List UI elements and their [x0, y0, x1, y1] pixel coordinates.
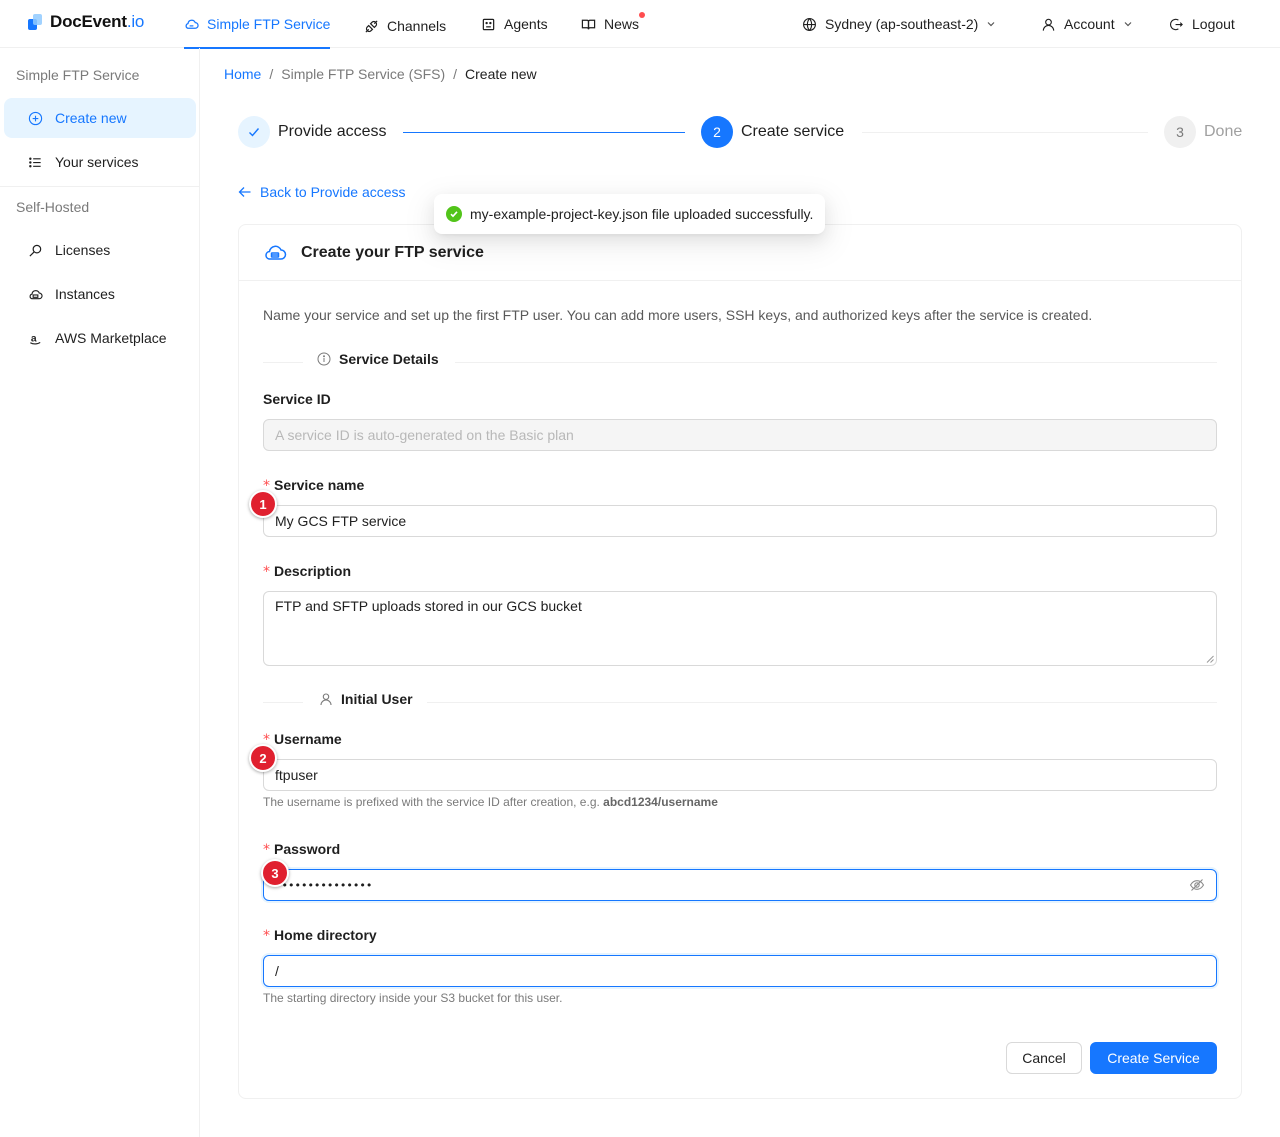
service-id-label: Service ID — [263, 391, 331, 407]
password-label: * Password — [263, 841, 341, 858]
top-navigation: DocEvent.io Simple FTP Service Channels … — [0, 0, 1280, 50]
service-name-label: * Service name — [263, 477, 365, 494]
cloud-server-icon — [265, 245, 287, 260]
logout-button[interactable]: Logout — [1169, 0, 1235, 48]
service-id-input: A service ID is auto-generated on the Ba… — [263, 419, 1217, 451]
sidebar: Simple FTP Service Create new Your servi… — [0, 48, 200, 1137]
chevron-down-icon — [1124, 22, 1132, 27]
breadcrumb: Home / Simple FTP Service (SFS) / Create… — [224, 66, 537, 82]
globe-icon — [803, 17, 816, 31]
sidebar-item-aws-marketplace[interactable]: a AWS Marketplace — [4, 318, 196, 358]
user-icon — [1042, 18, 1055, 31]
account-menu[interactable]: Account — [1041, 0, 1133, 48]
nav-simple-ftp-service[interactable]: Simple FTP Service — [184, 0, 331, 49]
step-connector-done — [403, 132, 685, 133]
step-3-number: 3 — [1164, 116, 1196, 148]
breadcrumb-section[interactable]: Simple FTP Service (SFS) — [281, 66, 445, 82]
home-directory-input[interactable]: / — [263, 955, 1217, 987]
annotation-marker-2: 2 — [249, 744, 277, 772]
username-help-text: The username is prefixed with the servic… — [263, 795, 718, 809]
service-name-input[interactable]: My GCS FTP service — [263, 505, 1217, 537]
toast-message: my-example-project-key.json file uploade… — [470, 206, 814, 222]
chevron-down-icon — [987, 22, 995, 27]
username-label: * Username — [263, 731, 342, 748]
key-icon — [29, 244, 42, 257]
breadcrumb-home[interactable]: Home — [224, 66, 261, 82]
home-directory-label: * Home directory — [263, 927, 377, 944]
logo-icon — [28, 14, 42, 30]
arrow-left-icon — [238, 187, 251, 197]
nav-channels[interactable]: Channels — [364, 2, 446, 50]
step-1-title: Provide access — [278, 123, 387, 140]
annotation-marker-3: 3 — [261, 859, 289, 887]
book-icon — [581, 19, 596, 29]
step-3-title: Done — [1204, 123, 1243, 140]
eye-invisible-icon[interactable] — [1189, 877, 1205, 893]
breadcrumb-separator: / — [269, 66, 274, 82]
svg-text:a: a — [31, 333, 37, 344]
home-directory-help-text: The starting directory inside your S3 bu… — [263, 991, 563, 1005]
nav-agents[interactable]: Agents — [481, 0, 548, 48]
user-icon — [320, 693, 332, 706]
step-1-check-icon — [238, 116, 270, 148]
sidebar-item-your-services[interactable]: Your services — [4, 142, 196, 182]
logo-text: DocEvent.io — [50, 12, 145, 31]
back-to-provide-access-link[interactable]: Back to Provide access — [238, 184, 406, 200]
cloud-icon — [185, 19, 199, 29]
sidebar-divider — [0, 186, 200, 187]
description-textarea[interactable]: FTP and SFTP uploads stored in our GCS b… — [263, 591, 1217, 666]
card-title: Create your FTP service — [301, 243, 484, 261]
list-icon — [29, 157, 41, 167]
create-service-button[interactable]: Create Service — [1090, 1042, 1217, 1074]
nav-news[interactable]: News — [581, 0, 646, 48]
section-divider-initial-user: Initial User — [263, 691, 1217, 713]
section-divider-service-details: Service Details — [263, 351, 1217, 373]
info-circle-icon — [317, 352, 331, 366]
step-connector-pending — [862, 132, 1148, 133]
news-notification-dot — [639, 12, 646, 18]
plus-circle-icon — [28, 111, 43, 125]
step-2-number: 2 — [701, 116, 733, 148]
step-2-title: Create service — [741, 123, 845, 140]
sidebar-item-create-new[interactable]: Create new — [4, 98, 196, 138]
amazon-icon: a — [30, 333, 41, 345]
username-input[interactable]: ftpuser — [263, 759, 1217, 791]
breadcrumb-separator: / — [453, 66, 458, 82]
logout-icon — [1169, 18, 1183, 30]
api-icon — [365, 19, 378, 33]
annotation-marker-1: 1 — [249, 490, 277, 518]
check-circle-icon — [446, 206, 462, 222]
create-service-card: Create your FTP service Name your servic… — [238, 224, 1242, 1099]
cloud-server-icon — [29, 289, 43, 299]
sidebar-group-self-hosted: Self-Hosted — [16, 199, 90, 215]
description-label: * Description — [263, 563, 352, 580]
sidebar-item-licenses[interactable]: Licenses — [4, 230, 196, 270]
breadcrumb-current: Create new — [465, 66, 537, 82]
cancel-button[interactable]: Cancel — [1006, 1042, 1082, 1074]
sidebar-group-simple-ftp: Simple FTP Service — [16, 67, 140, 83]
docevent-logo[interactable]: DocEvent.io — [28, 12, 144, 32]
upload-success-toast: my-example-project-key.json file uploade… — [434, 194, 826, 234]
sidebar-item-instances[interactable]: Instances — [4, 274, 196, 314]
robot-icon — [482, 18, 495, 30]
region-selector[interactable]: Sydney (ap-southeast-2) — [802, 0, 996, 48]
password-input[interactable]: ••••••••••••••• — [263, 869, 1217, 901]
card-intro-text: Name your service and set up the first F… — [263, 307, 1093, 323]
resize-handle-icon[interactable] — [1206, 655, 1214, 663]
